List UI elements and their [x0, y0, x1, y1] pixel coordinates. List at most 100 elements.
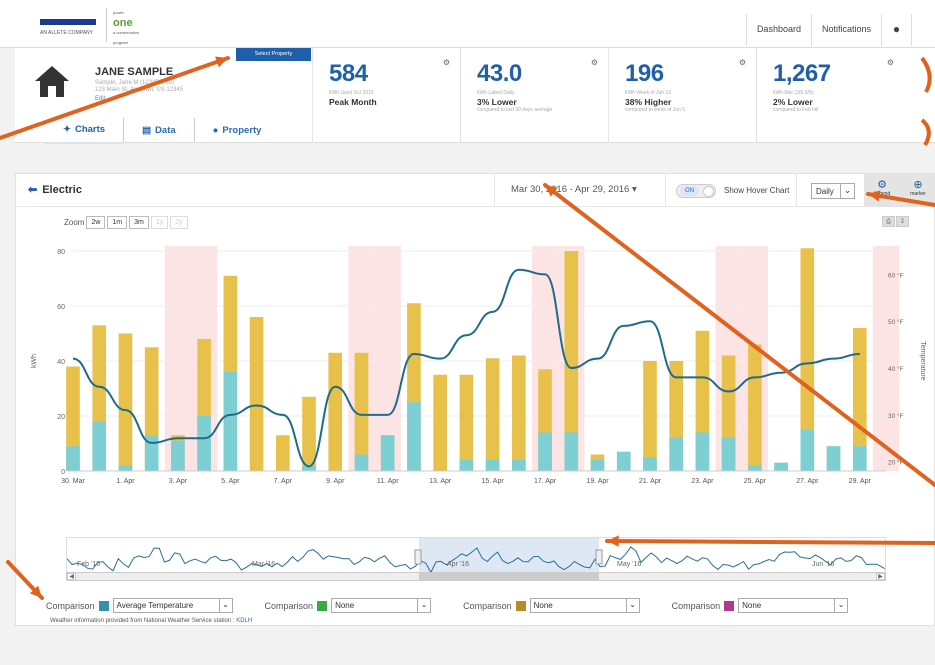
base-usage-bar — [669, 438, 684, 471]
home-icon — [35, 66, 69, 97]
scroll-left-icon[interactable]: ◀ — [67, 573, 76, 580]
comparison-2: Comparison None ⌄ — [265, 598, 432, 613]
comparison-select-4[interactable]: None ⌄ — [738, 598, 849, 613]
comparison-select-3[interactable]: None ⌄ — [529, 598, 640, 613]
navigator-label: Apr '16 — [447, 561, 469, 568]
base-usage-bar — [616, 451, 631, 471]
stat-card-daily[interactable]: ⚙ 43.0 kWh Latest Daily 3% Lower compare… — [460, 48, 608, 142]
range-handle-left — [414, 549, 422, 565]
x-tick-label: 11. Apr — [377, 478, 399, 485]
zoom-2y[interactable]: 2y — [170, 216, 188, 229]
print-icon[interactable]: ⎙ — [882, 216, 895, 227]
gear-icon[interactable]: ⚙ — [739, 58, 746, 67]
base-usage-bar — [92, 421, 107, 471]
base-usage-bar — [223, 372, 238, 471]
usage-bar — [512, 355, 526, 471]
period-select[interactable]: Daily ⌄ — [811, 183, 855, 199]
comparison-select-2[interactable]: None ⌄ — [331, 598, 432, 613]
x-tick-label: 19. Apr — [586, 478, 609, 485]
zoom-2w[interactable]: 2w — [86, 216, 106, 229]
usage-bar — [275, 435, 290, 471]
x-tick-label: 1. Apr — [116, 478, 135, 485]
navigator-scrollbar[interactable]: ◀ ▶ — [66, 572, 886, 581]
y2-tick-label: 40 °F — [888, 365, 904, 373]
base-usage-bar — [512, 460, 526, 471]
user-icon[interactable]: ● — [881, 14, 911, 46]
usage-bar — [354, 352, 369, 471]
y-axis-title: kWh — [31, 354, 38, 368]
stat-card-peak[interactable]: ⚙ 584 kWh Used Oct 2015 Peak Month — [312, 48, 460, 142]
gear-icon[interactable]: ⚙ — [443, 58, 450, 67]
select-property-button[interactable]: Select Property — [236, 48, 311, 61]
nav-notifications[interactable]: Notifications — [810, 14, 881, 46]
x-tick-label: 15. Apr — [482, 478, 505, 485]
chart-toolbar: ⬅ Electric Mar 30, 2016 - Apr 29, 2016 ▾ … — [16, 174, 935, 207]
comparison-swatch — [98, 600, 109, 611]
stat-card-weekly[interactable]: ⚙ 196 kWh Week of Jun 12 38% Higher comp… — [608, 48, 756, 142]
scroll-thumb[interactable] — [419, 573, 599, 580]
download-icon[interactable]: ↧ — [896, 216, 909, 227]
comparison-select-1[interactable]: Average Temperature ⌄ — [112, 598, 233, 613]
bolt-icon: ⬅ — [28, 184, 38, 196]
x-tick-label: 30. Mar — [61, 478, 85, 485]
base-usage-bar — [354, 454, 369, 471]
tab-property[interactable]: ● Property — [193, 118, 280, 142]
date-range-picker[interactable]: Mar 30, 2016 - Apr 29, 2016 ▾ — [494, 174, 666, 207]
x-tick-label: 25. Apr — [744, 478, 767, 485]
usage-bar — [459, 374, 474, 471]
x-tick-label: 3. Apr — [169, 478, 188, 485]
base-usage-bar — [66, 446, 80, 471]
comparison-swatch — [515, 600, 526, 611]
tab-charts[interactable]: ✦ Charts — [45, 118, 124, 142]
base-usage-bar — [459, 460, 474, 471]
range-handle-right — [595, 549, 603, 565]
weather-station-link[interactable]: KDLH — [236, 618, 252, 624]
base-usage-bar — [118, 465, 133, 471]
y-tick-label: 20 — [57, 414, 65, 421]
base-usage-bar — [643, 457, 657, 471]
x-tick-label: 5. Apr — [221, 478, 240, 485]
base-usage-bar — [826, 446, 841, 471]
nav-dashboard[interactable]: Dashboard — [745, 14, 811, 46]
usage-chart[interactable]: 0 20 40 60 80 20 °F 30 °F 40 °F 50 °F 60 °F kWh Tem… — [16, 236, 935, 506]
base-usage-bar — [852, 446, 867, 471]
legend-button[interactable]: ⚙ Legend — [864, 174, 900, 207]
hover-chart-toggle[interactable]: ON — [676, 184, 716, 198]
y-tick-label: 60 — [57, 304, 65, 311]
zoom-3m[interactable]: 3m — [129, 216, 149, 229]
zoom-1m[interactable]: 1m — [107, 216, 128, 229]
scroll-right-icon[interactable]: ▶ — [876, 573, 885, 580]
stat-card-bill[interactable]: ⚙ 1,267 kWh Mar (3/9-3/9) 2% Lower compa… — [756, 48, 904, 142]
navigator-label: May '16 — [617, 561, 641, 568]
minnesota-power-logo[interactable]: ▬▬▬ AN ALLETE COMPANY — [40, 9, 100, 38]
base-usage-bar — [748, 465, 762, 471]
zoom-1y[interactable]: 1y — [150, 216, 169, 229]
x-tick-label: 13. Apr — [429, 478, 452, 485]
chevron-down-icon: ⌄ — [840, 184, 854, 198]
y2-tick-label: 30 °F — [888, 412, 904, 420]
gear-icon[interactable]: ⚙ — [887, 58, 894, 67]
edit-property-link[interactable]: Edit — [95, 96, 105, 102]
tab-data[interactable]: ▤ Data — [123, 118, 194, 142]
y2-tick-label: 20 °F — [888, 459, 904, 467]
zoom-controls: Zoom 2w 1m 3m 1y 2y — [64, 216, 188, 229]
nav-spacer — [911, 14, 935, 46]
export-controls: ⎙ ↧ — [882, 216, 909, 227]
base-usage-bar — [485, 460, 500, 471]
range-navigator[interactable]: Feb '16 Mar '16 Apr '16 May '16 Jun '16 — [66, 537, 886, 577]
x-tick-label: 23. Apr — [691, 478, 714, 485]
caret-down-icon: ▾ — [631, 184, 637, 195]
chevron-down-icon: ⌄ — [834, 599, 847, 612]
top-bar: ▬▬▬ AN ALLETE COMPANY power one a conser… — [0, 0, 935, 48]
comparison-1: Comparison Average Temperature ⌄ — [46, 598, 233, 613]
x-tick-label: 29. Apr — [849, 478, 872, 485]
base-usage-bar — [538, 432, 552, 471]
weather-attribution: Weather information provided from Nation… — [50, 618, 253, 624]
x-tick-label: 9. Apr — [326, 478, 345, 485]
period-wrapper: Daily ⌄ — [796, 174, 864, 207]
base-usage-bar — [800, 429, 815, 471]
y2-tick-label: 50 °F — [888, 318, 904, 326]
marker-button[interactable]: ⊕ marker — [900, 174, 935, 207]
base-usage-bar — [774, 462, 788, 471]
gear-icon[interactable]: ⚙ — [591, 58, 598, 67]
